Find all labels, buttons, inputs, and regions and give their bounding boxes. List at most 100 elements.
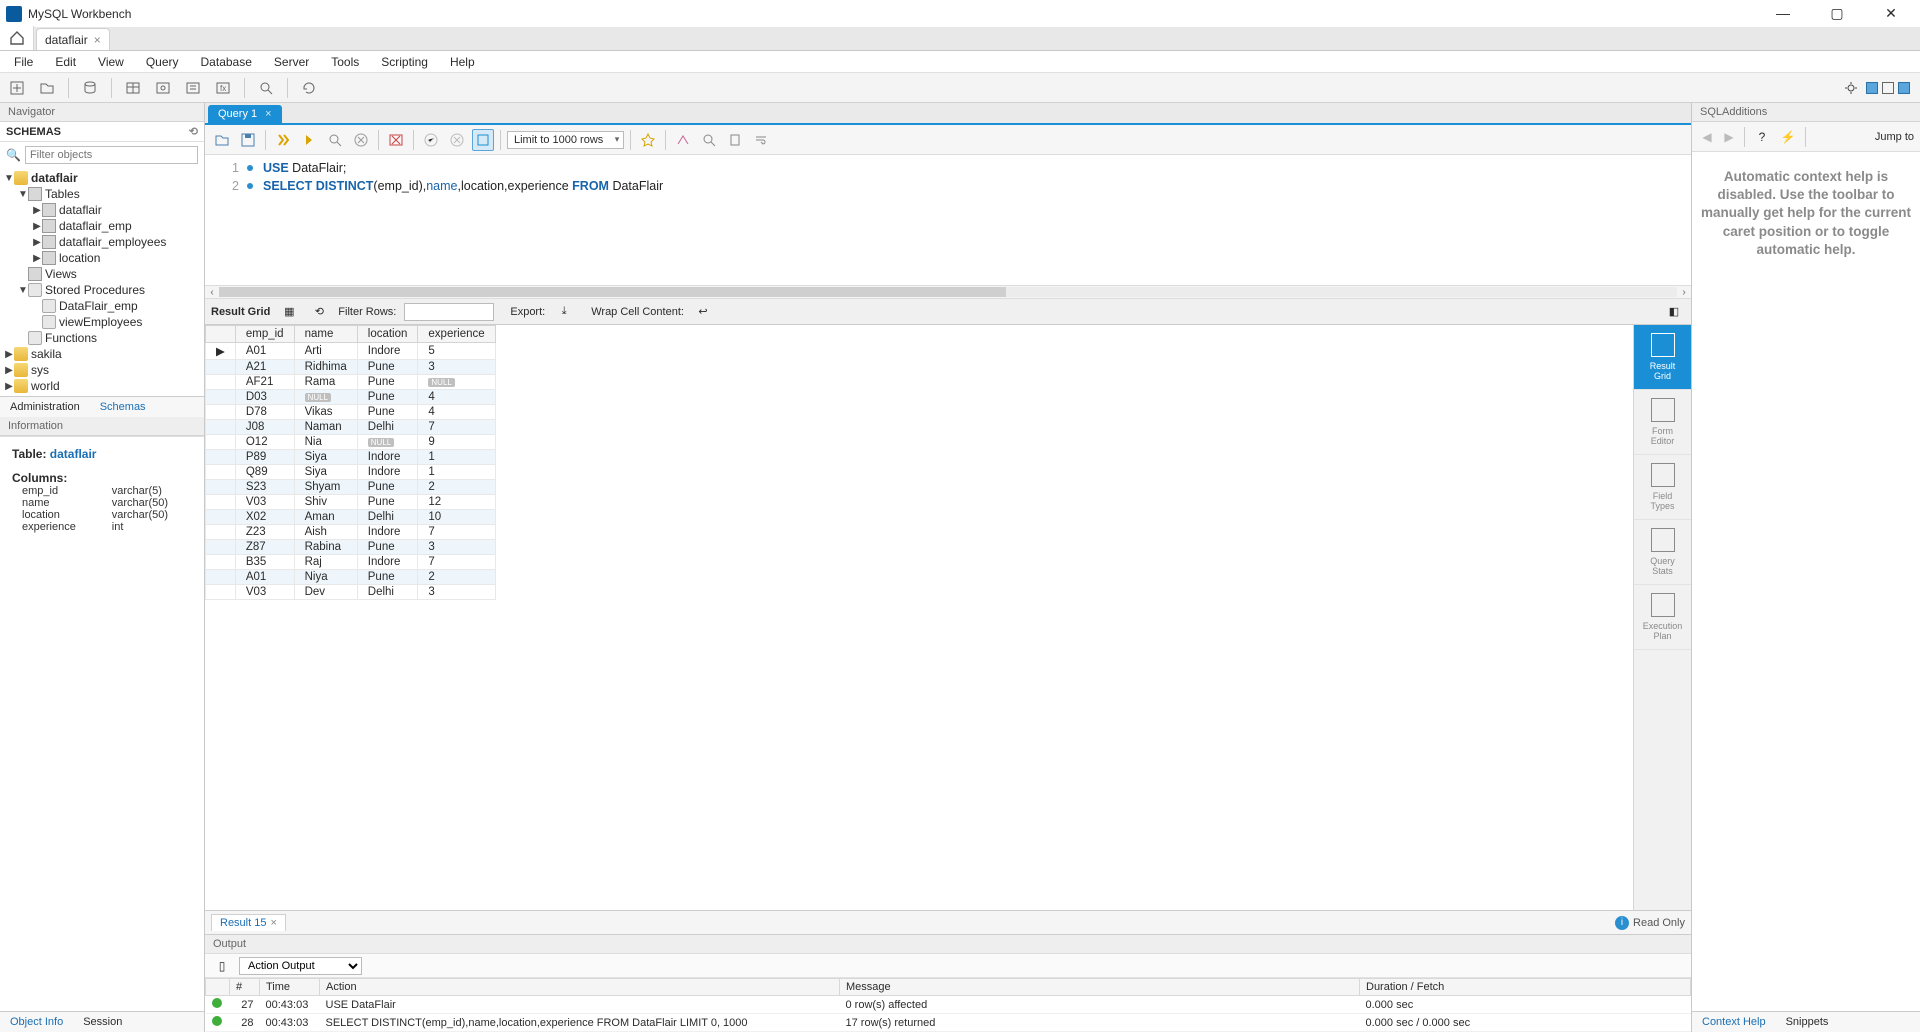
open-sql-file-button[interactable] bbox=[36, 77, 58, 99]
scroll-left-icon[interactable]: ‹ bbox=[205, 287, 219, 298]
output-table[interactable]: #TimeActionMessageDuration / Fetch2700:4… bbox=[205, 978, 1691, 1032]
table-row[interactable]: Z23AishIndore7 bbox=[206, 525, 496, 540]
wrap-cell-button[interactable]: ↩ bbox=[692, 301, 714, 323]
side-tab-result-grid[interactable]: ResultGrid bbox=[1634, 325, 1691, 390]
tree-node[interactable]: ▶sys bbox=[4, 362, 200, 378]
table-row[interactable]: Z87RabinaPune3 bbox=[206, 540, 496, 555]
execute-current-button[interactable] bbox=[298, 129, 320, 151]
tree-node[interactable]: DataFlair_emp bbox=[4, 298, 200, 314]
tree-node[interactable]: ▶dataflair bbox=[4, 202, 200, 218]
close-button[interactable]: ✕ bbox=[1876, 5, 1906, 22]
query-tab[interactable]: Query 1 × bbox=[208, 105, 282, 123]
menu-view[interactable]: View bbox=[90, 53, 132, 71]
autocommit-toggle[interactable] bbox=[472, 129, 494, 151]
table-row[interactable]: Q89SiyaIndore1 bbox=[206, 465, 496, 480]
auto-help-button[interactable]: ⚡ bbox=[1777, 126, 1799, 148]
new-sql-tab-button[interactable] bbox=[6, 77, 28, 99]
rollback-button[interactable] bbox=[446, 129, 468, 151]
output-panel-toggle[interactable] bbox=[1882, 82, 1894, 94]
menu-file[interactable]: File bbox=[6, 53, 41, 71]
grid-view-icon[interactable]: ▦ bbox=[278, 301, 300, 323]
tree-node[interactable]: ▼Tables bbox=[4, 186, 200, 202]
close-icon[interactable]: × bbox=[94, 33, 101, 47]
export-button[interactable]: ⤓ bbox=[553, 301, 575, 323]
wrap-button[interactable] bbox=[750, 129, 772, 151]
open-script-button[interactable] bbox=[211, 129, 233, 151]
beautify-button[interactable] bbox=[637, 129, 659, 151]
tree-node[interactable]: Views bbox=[4, 266, 200, 282]
execute-button[interactable] bbox=[272, 129, 294, 151]
tree-node[interactable]: Functions bbox=[4, 330, 200, 346]
nav-back-icon[interactable]: ◀ bbox=[1698, 130, 1716, 144]
refresh-schemas-icon[interactable]: ⟲ bbox=[189, 125, 198, 138]
nav-fwd-icon[interactable]: ▶ bbox=[1720, 130, 1738, 144]
schema-tree[interactable]: ▼dataflair▼Tables▶dataflair▶dataflair_em… bbox=[0, 168, 204, 396]
home-button[interactable] bbox=[0, 26, 34, 50]
snippets-tab[interactable]: Snippets bbox=[1776, 1012, 1839, 1032]
table-row[interactable]: J08NamanDelhi7 bbox=[206, 420, 496, 435]
row-limit-dropdown[interactable]: Limit to 1000 rows bbox=[507, 131, 624, 149]
left-panel-toggle[interactable] bbox=[1866, 82, 1878, 94]
invisible-chars-button[interactable] bbox=[724, 129, 746, 151]
table-row[interactable]: ▶A01ArtiIndore5 bbox=[206, 343, 496, 360]
menu-query[interactable]: Query bbox=[138, 53, 187, 71]
table-row[interactable]: B35RajIndore7 bbox=[206, 555, 496, 570]
session-tab[interactable]: Session bbox=[73, 1012, 132, 1032]
menu-help[interactable]: Help bbox=[442, 53, 483, 71]
tree-node[interactable]: ▶dataflair_employees bbox=[4, 234, 200, 250]
clear-output-button[interactable]: ▯ bbox=[211, 955, 233, 977]
settings-button[interactable] bbox=[1840, 77, 1862, 99]
table-row[interactable]: V03DevDelhi3 bbox=[206, 585, 496, 600]
table-row[interactable]: P89SiyaIndore1 bbox=[206, 450, 496, 465]
object-info-tab[interactable]: Object Info bbox=[0, 1012, 73, 1032]
output-selector[interactable]: Action Output bbox=[239, 957, 362, 975]
pin-result-button[interactable]: ◧ bbox=[1663, 301, 1685, 323]
minimize-button[interactable]: — bbox=[1768, 5, 1798, 22]
result-tab[interactable]: Result 15× bbox=[211, 914, 286, 931]
close-icon[interactable]: × bbox=[265, 108, 271, 120]
tree-node[interactable]: ▼dataflair bbox=[4, 170, 200, 186]
result-grid[interactable]: emp_idnamelocationexperience▶A01ArtiIndo… bbox=[205, 325, 496, 600]
side-tab-execution-plan[interactable]: ExecutionPlan bbox=[1634, 585, 1691, 650]
menu-database[interactable]: Database bbox=[193, 53, 260, 71]
filter-rows-input[interactable] bbox=[404, 303, 494, 321]
jump-to-label[interactable]: Jump to bbox=[1875, 131, 1914, 143]
menu-edit[interactable]: Edit bbox=[47, 53, 84, 71]
filter-objects-input[interactable] bbox=[25, 146, 198, 164]
tree-node[interactable]: ▶dataflair_emp bbox=[4, 218, 200, 234]
menu-scripting[interactable]: Scripting bbox=[373, 53, 436, 71]
table-row[interactable]: AF21RamaPuneNULL bbox=[206, 375, 496, 390]
zoom-button[interactable] bbox=[698, 129, 720, 151]
side-tab-query-stats[interactable]: QueryStats bbox=[1634, 520, 1691, 585]
stop-button[interactable] bbox=[350, 129, 372, 151]
table-row[interactable]: O12NiaNULL9 bbox=[206, 435, 496, 450]
output-row[interactable]: 2700:43:03USE DataFlair0 row(s) affected… bbox=[206, 996, 1691, 1014]
editor-scrollbar[interactable]: ‹ › bbox=[205, 285, 1691, 299]
close-icon[interactable]: × bbox=[270, 917, 276, 929]
create-table-button[interactable] bbox=[122, 77, 144, 99]
tree-node[interactable]: viewEmployees bbox=[4, 314, 200, 330]
reconnect-button[interactable] bbox=[298, 77, 320, 99]
explain-button[interactable] bbox=[324, 129, 346, 151]
table-row[interactable]: V03ShivPune12 bbox=[206, 495, 496, 510]
create-procedure-button[interactable] bbox=[182, 77, 204, 99]
maximize-button[interactable]: ▢ bbox=[1822, 5, 1852, 22]
table-row[interactable]: S23ShyamPune2 bbox=[206, 480, 496, 495]
output-row[interactable]: 2800:43:03SELECT DISTINCT(emp_id),name,l… bbox=[206, 1014, 1691, 1032]
create-function-button[interactable]: fx bbox=[212, 77, 234, 99]
side-tab-field-types[interactable]: FieldTypes bbox=[1634, 455, 1691, 520]
find-button[interactable] bbox=[672, 129, 694, 151]
right-panel-toggle[interactable] bbox=[1898, 82, 1910, 94]
menu-server[interactable]: Server bbox=[266, 53, 317, 71]
table-row[interactable]: D03NULLPune4 bbox=[206, 390, 496, 405]
connection-tab[interactable]: dataflair × bbox=[36, 28, 110, 50]
create-view-button[interactable] bbox=[152, 77, 174, 99]
scroll-right-icon[interactable]: › bbox=[1677, 287, 1691, 298]
create-schema-button[interactable] bbox=[79, 77, 101, 99]
schemas-tab[interactable]: Schemas bbox=[90, 397, 156, 417]
administration-tab[interactable]: Administration bbox=[0, 397, 90, 417]
context-help-tab[interactable]: Context Help bbox=[1692, 1012, 1776, 1032]
help-button[interactable]: ? bbox=[1751, 126, 1773, 148]
tree-node[interactable]: ▶location bbox=[4, 250, 200, 266]
commit-button[interactable] bbox=[420, 129, 442, 151]
